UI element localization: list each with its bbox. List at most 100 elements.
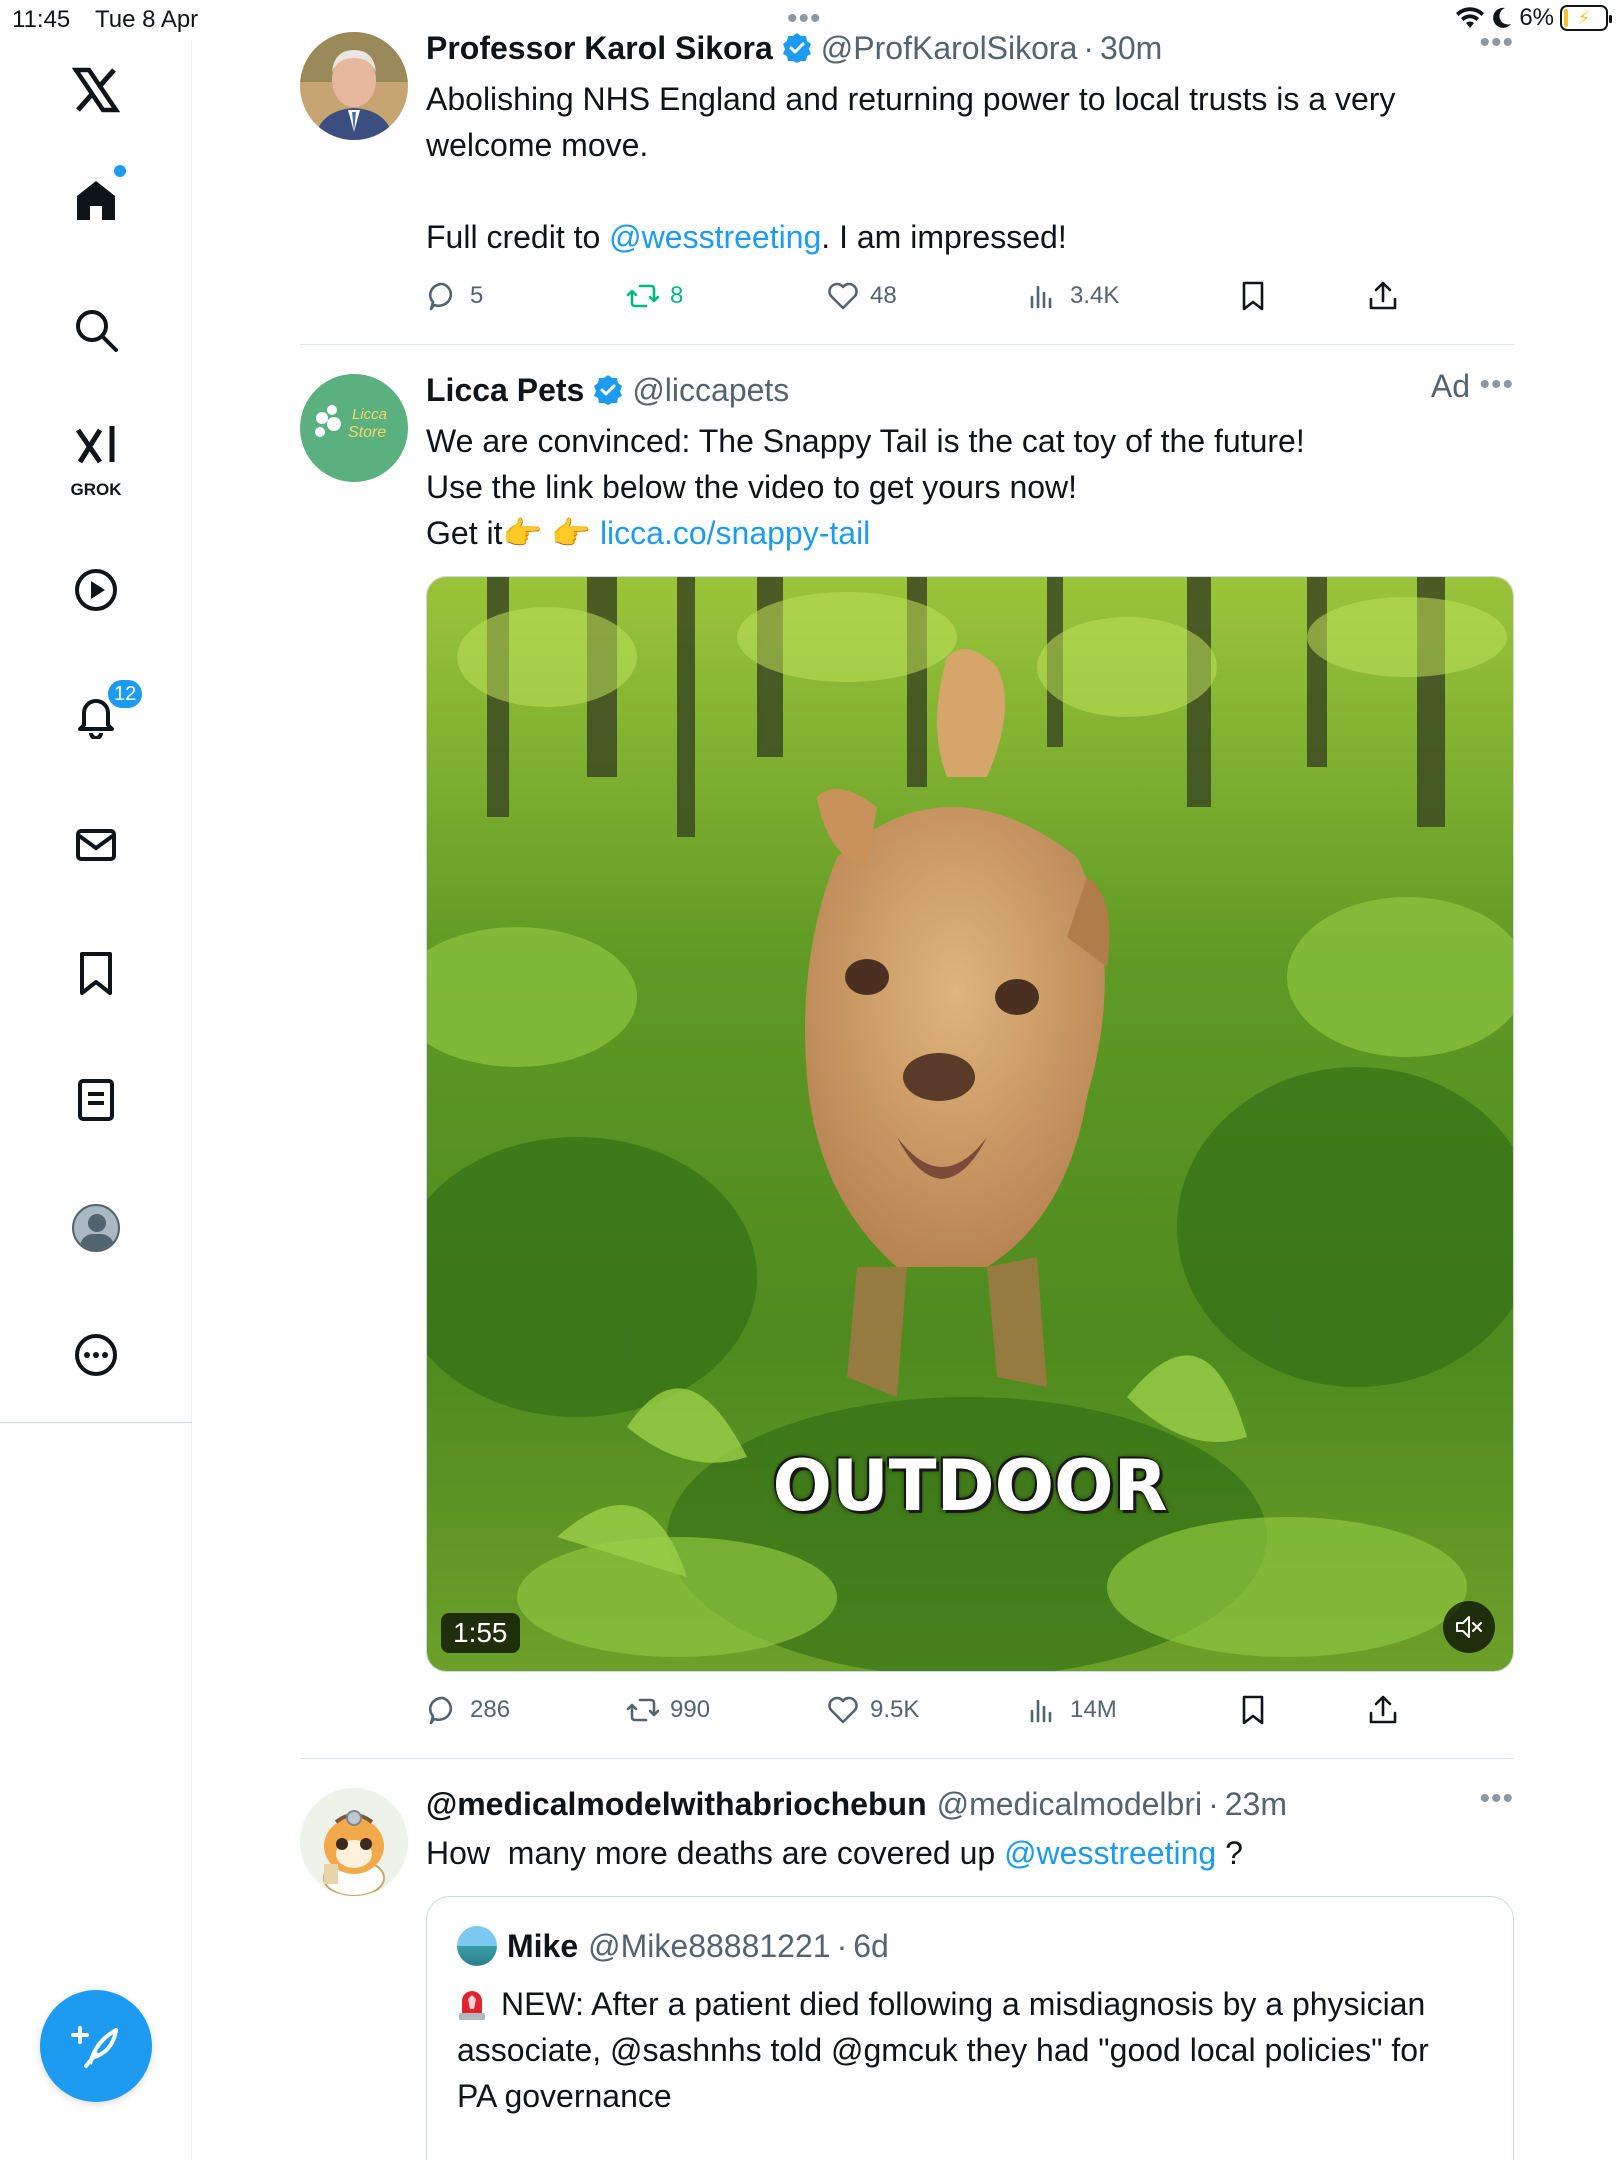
- home-unread-dot: [114, 165, 126, 177]
- author-handle[interactable]: @liccapets: [632, 372, 789, 409]
- view-count: 14M: [1070, 1696, 1117, 1723]
- nav-messages[interactable]: [46, 800, 146, 890]
- author-name[interactable]: Professor Karol Sikora: [426, 30, 773, 67]
- like-count: 9.5K: [870, 1696, 920, 1723]
- tweet-actions: 5 8 48 3.4K: [426, 276, 1406, 316]
- compose-button[interactable]: [40, 1990, 152, 2102]
- repost-count: 990: [670, 1696, 711, 1723]
- notifications-badge: 12: [106, 678, 145, 710]
- quoted-tweet-header: Mike @Mike88881221 · 6d: [457, 1925, 889, 1967]
- author-name[interactable]: Licca Pets: [426, 372, 584, 409]
- x-logo-icon[interactable]: [46, 45, 146, 135]
- bookmark-icon: [1242, 281, 1264, 311]
- compose-feather-icon: [71, 2026, 118, 2068]
- list-icon: [78, 1079, 114, 1121]
- tweet-text-prefix: Get it: [426, 515, 503, 551]
- nav-profile[interactable]: [46, 1183, 146, 1273]
- repost-icon: [626, 284, 660, 308]
- share-button[interactable]: [1366, 1690, 1400, 1730]
- video-duration: 1:55: [441, 1613, 520, 1653]
- repost-button[interactable]: 990: [626, 1690, 710, 1730]
- reply-button[interactable]: 286: [426, 1690, 510, 1730]
- nav-more[interactable]: [46, 1310, 146, 1400]
- ad-link[interactable]: licca.co/snappy-tail: [600, 515, 870, 551]
- quoted-tweet-time: 6d: [853, 1927, 889, 1964]
- author-handle[interactable]: @ProfKarolSikora: [821, 30, 1078, 67]
- tweet-text-line: Abolishing NHS England and returning pow…: [426, 81, 1396, 163]
- tweet-divider: [300, 1758, 1514, 1759]
- bookmark-icon: [1242, 1695, 1264, 1725]
- share-icon: [1369, 281, 1397, 310]
- tweet-text: How many more deaths are covered up @wes…: [426, 1830, 1494, 1876]
- quoted-author-name: Mike: [507, 1927, 579, 1964]
- author-handle[interactable]: @medicalmodelbri: [937, 1786, 1202, 1823]
- avatar[interactable]: [300, 32, 408, 140]
- video-player[interactable]: OUTDOOR 1:55: [426, 576, 1514, 1672]
- repost-icon: [626, 1698, 660, 1722]
- mute-button[interactable]: [1443, 1601, 1495, 1653]
- quoted-tweet-body: NEW: After a patient died following a mi…: [457, 1986, 1429, 2114]
- avatar[interactable]: [300, 1788, 408, 1896]
- views-button[interactable]: 3.4K: [1026, 276, 1119, 316]
- heart-icon: [828, 282, 858, 310]
- grok-label: GROK: [70, 480, 122, 499]
- mail-icon: [76, 829, 116, 861]
- like-button[interactable]: 48: [826, 276, 897, 316]
- quoted-tweet[interactable]: Mike @Mike88881221 · 6d NEW: After a pat…: [426, 1896, 1514, 2160]
- tweet-text-suffix: ?: [1216, 1835, 1243, 1871]
- reply-count: 5: [470, 282, 484, 309]
- nav-explore[interactable]: [46, 285, 146, 375]
- mention-link[interactable]: @wesstreeting: [609, 219, 821, 255]
- reply-button[interactable]: 5: [426, 276, 483, 316]
- battery-percent: 6%: [1519, 4, 1554, 31]
- nav-home[interactable]: [46, 155, 146, 245]
- nav-bookmarks[interactable]: [46, 928, 146, 1018]
- nav-lists[interactable]: [46, 1055, 146, 1145]
- share-icon: [1369, 1695, 1397, 1724]
- reply-icon: [428, 1696, 453, 1725]
- pointing-hand-emoji-icon: 👉 👉: [502, 515, 592, 551]
- nav-video[interactable]: [46, 545, 146, 635]
- bookmark-button[interactable]: [1236, 276, 1270, 316]
- repost-button[interactable]: 8: [626, 276, 683, 316]
- author-name[interactable]: @medicalmodelwithabriochebun: [426, 1786, 927, 1823]
- tweet-text-suffix: . I am impressed!: [821, 219, 1067, 255]
- more-circle-icon: [75, 1334, 117, 1376]
- siren-emoji-icon: [457, 1987, 487, 2021]
- status-date: Tue 8 Apr: [95, 6, 199, 33]
- tweet-time[interactable]: 30m: [1100, 30, 1162, 67]
- quoted-tweet-text: NEW: After a patient died following a mi…: [457, 1981, 1473, 2119]
- tweet-divider: [300, 344, 1514, 345]
- reply-icon: [428, 282, 453, 311]
- reply-count: 286: [470, 1696, 511, 1723]
- search-icon: [76, 310, 118, 352]
- tweet-time[interactable]: 23m: [1225, 1786, 1287, 1823]
- nav-grok[interactable]: GROK: [46, 410, 146, 520]
- bookmark-icon: [80, 952, 112, 995]
- views-icon: [1030, 1699, 1052, 1723]
- like-button[interactable]: 9.5K: [826, 1690, 919, 1730]
- more-options-icon[interactable]: •••: [1479, 26, 1514, 60]
- speaker-muted-icon: [1456, 1616, 1482, 1638]
- avatar[interactable]: Licca Store: [300, 374, 408, 482]
- licca-logo-text: Store: [348, 424, 387, 441]
- views-button[interactable]: 14M: [1026, 1690, 1117, 1730]
- more-options-icon[interactable]: •••: [1479, 368, 1514, 402]
- tweet-header: Professor Karol Sikora @ProfKarolSikora …: [426, 26, 1514, 67]
- tweet-actions: 286 990 9.5K 14M: [426, 1690, 1406, 1730]
- status-time: 11:45: [12, 6, 71, 33]
- nav-notifications[interactable]: 12: [46, 670, 146, 760]
- share-button[interactable]: [1366, 276, 1400, 316]
- home-icon: [77, 181, 115, 220]
- more-options-icon[interactable]: •••: [1479, 1782, 1514, 1816]
- tweet-text-prefix: How many more deaths are covered up: [426, 1835, 1005, 1871]
- play-circle-icon: [75, 569, 117, 611]
- bookmark-button[interactable]: [1236, 1690, 1270, 1730]
- sidebar-divider: [0, 1422, 192, 1423]
- repost-count: 8: [670, 282, 684, 309]
- profile-avatar-icon: [72, 1204, 120, 1252]
- view-count: 3.4K: [1070, 282, 1120, 309]
- mention-link[interactable]: @wesstreeting: [1004, 1835, 1216, 1871]
- views-icon: [1030, 285, 1052, 309]
- tweet-text: Abolishing NHS England and returning pow…: [426, 76, 1494, 260]
